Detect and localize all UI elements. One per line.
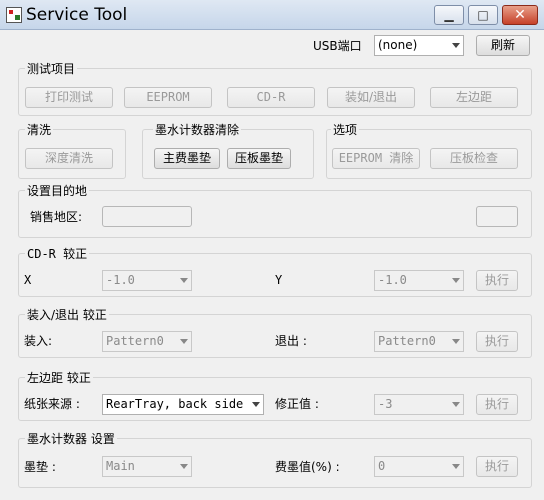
destination-title: 设置目的地: [25, 184, 90, 198]
window-title: Service Tool: [26, 5, 128, 25]
correction-select[interactable]: -3: [374, 394, 464, 415]
chevron-down-icon: [180, 278, 188, 283]
cdr-y-label: Y: [275, 273, 283, 287]
eeprom-clear-button[interactable]: EEPROM 清除: [332, 148, 420, 169]
cdr-y-select[interactable]: -1.0: [374, 270, 464, 291]
sales-region-label: 销售地区:: [30, 210, 83, 224]
load-select[interactable]: Pattern0: [102, 331, 192, 352]
ink-counter-reset-title: 墨水计数器清除: [153, 123, 242, 137]
platen-pad-button[interactable]: 压板墨垫: [227, 148, 291, 169]
cdr-x-select[interactable]: -1.0: [102, 270, 192, 291]
chevron-down-icon: [452, 339, 460, 344]
load-eject-execute-button[interactable]: 执行: [476, 331, 518, 352]
correction-label: 修正值 :: [275, 397, 319, 411]
chevron-down-icon: [452, 402, 460, 407]
usb-port-value: (none): [378, 38, 418, 52]
destination-group: [18, 190, 532, 238]
test-items-title: 测试项目: [25, 62, 78, 76]
platen-check-button[interactable]: 压板检查: [430, 148, 518, 169]
minimize-button[interactable]: ▁: [434, 5, 464, 25]
correction-value: -3: [378, 397, 393, 411]
ink-counter-execute-button[interactable]: 执行: [476, 456, 518, 477]
eject-select[interactable]: Pattern0: [374, 331, 464, 352]
chevron-down-icon: [452, 464, 460, 469]
paper-source-value: RearTray, back side: [106, 397, 244, 411]
ink-pad-label: 墨垫 :: [24, 460, 56, 474]
usb-port-select[interactable]: (none): [374, 35, 464, 56]
cdr-y-value: -1.0: [378, 273, 407, 287]
cdr-x-label: X: [24, 273, 32, 287]
cdr-execute-button[interactable]: 执行: [476, 270, 518, 291]
maximize-button[interactable]: □: [468, 5, 498, 25]
close-button[interactable]: ✕: [502, 5, 538, 25]
ink-counter-settings-title: 墨水计数器 设置: [25, 432, 117, 446]
waste-value: 0: [378, 459, 386, 473]
clean-title: 清洗: [25, 123, 54, 137]
waste-value-label: 费墨值(%) :: [275, 460, 340, 474]
load-value: Pattern0: [106, 334, 164, 348]
options-title: 选项: [331, 123, 360, 137]
eeprom-button[interactable]: EEPROM: [124, 87, 212, 108]
load-eject-button[interactable]: 装如/退出: [327, 87, 415, 108]
left-margin-button[interactable]: 左边距: [430, 87, 518, 108]
cdr-x-value: -1.0: [106, 273, 135, 287]
load-label: 装入:: [24, 334, 53, 348]
eject-value: Pattern0: [378, 334, 436, 348]
chevron-down-icon: [180, 464, 188, 469]
main-pad-button[interactable]: 主费墨垫: [154, 148, 220, 169]
paper-source-label: 纸张来源 :: [24, 397, 80, 411]
usb-port-label: USB端口: [313, 39, 362, 53]
chevron-down-icon: [180, 339, 188, 344]
cdr-button[interactable]: CD-R: [227, 87, 315, 108]
chevron-down-icon: [452, 278, 460, 283]
chevron-down-icon: [252, 402, 260, 407]
sales-region-field[interactable]: [102, 206, 192, 227]
left-margin-adjust-title: 左边距 较正: [25, 371, 93, 385]
app-icon: [6, 7, 22, 23]
cdr-adjust-title: CD-R 较正: [25, 247, 90, 261]
deep-clean-button[interactable]: 深度清洗: [25, 148, 113, 169]
eject-label: 退出 :: [275, 334, 307, 348]
refresh-button[interactable]: 刷新: [476, 35, 530, 56]
destination-set-button[interactable]: [476, 206, 518, 227]
chevron-down-icon: [452, 43, 460, 48]
ink-pad-value: Main: [106, 459, 135, 473]
waste-value-select[interactable]: 0: [374, 456, 464, 477]
left-margin-execute-button[interactable]: 执行: [476, 394, 518, 415]
print-test-button[interactable]: 打印测试: [25, 87, 113, 108]
load-eject-adjust-title: 装入/退出 较正: [25, 308, 109, 322]
paper-source-select[interactable]: RearTray, back side: [102, 394, 264, 415]
ink-pad-select[interactable]: Main: [102, 456, 192, 477]
